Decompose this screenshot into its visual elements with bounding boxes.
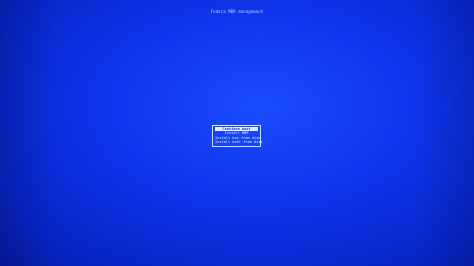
screen-title: Fedora MBR management (210, 9, 264, 14)
menu-item-install-boot[interactable]: Install boot from disk (215, 140, 263, 144)
boot-menu: Continue boot Install MBR Install key fr… (212, 125, 263, 147)
